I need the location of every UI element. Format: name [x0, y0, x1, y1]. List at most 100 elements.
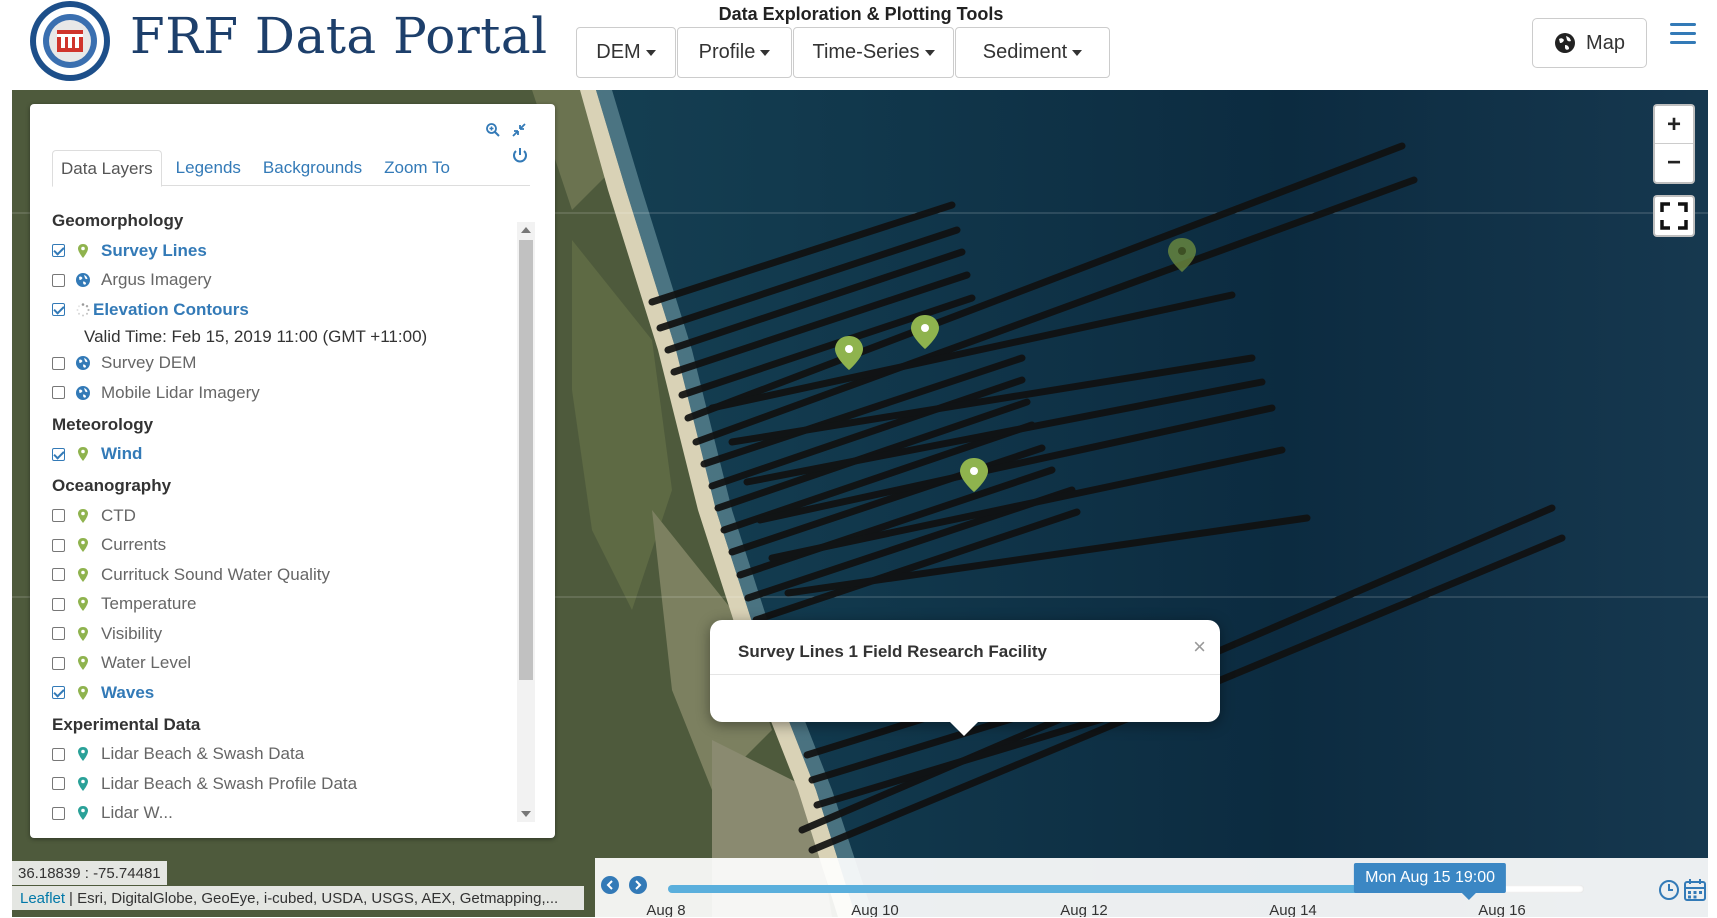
zoom-out-button[interactable]: −	[1655, 144, 1693, 182]
app-title: FRF Data Portal	[130, 7, 548, 65]
step-forward-button[interactable]	[629, 876, 647, 894]
layer-valid-time: Valid Time: Feb 15, 2019 11:00 (GMT +11:…	[84, 326, 428, 346]
layer-label: Waves	[101, 682, 155, 702]
map-attribution: Leaflet | Esri, DigitalGlobe, GeoEye, i-…	[12, 886, 584, 910]
map-view-button[interactable]: Map	[1532, 18, 1647, 68]
layer-checkbox[interactable]	[52, 386, 65, 400]
layer-checkbox[interactable]	[52, 244, 65, 258]
globe-icon	[75, 272, 91, 288]
layer-checkbox[interactable]	[52, 656, 65, 670]
layer-row[interactable]: Water Level	[52, 649, 502, 679]
zoom-to-icon[interactable]	[485, 122, 501, 138]
layer-row[interactable]: Lidar W...	[52, 799, 502, 827]
layer-group-title: Meteorology	[52, 414, 154, 434]
layer-row[interactable]: Survey Lines	[52, 236, 502, 266]
layers-panel: Data Layers Legends Backgrounds Zoom To …	[30, 104, 555, 838]
layer-checkbox[interactable]	[52, 303, 65, 317]
leaflet-link[interactable]: Leaflet	[20, 890, 65, 907]
map-canvas[interactable]: + − Data Layers Legends Backgrounds Zoom…	[12, 90, 1708, 917]
layer-label: CTD	[101, 505, 136, 525]
globe-icon	[75, 385, 91, 401]
time-series-menu-button[interactable]: Time-Series	[793, 27, 954, 78]
sediment-menu-label: Sediment	[982, 41, 1068, 63]
layer-row[interactable]: Wind	[52, 440, 502, 470]
map-pin-icon	[75, 508, 91, 524]
collapse-panel-icon[interactable]	[511, 122, 527, 138]
map-pin-teal-icon	[75, 805, 91, 821]
map-pin-icon	[75, 655, 91, 671]
layer-checkbox[interactable]	[52, 747, 65, 761]
layer-row[interactable]: Survey DEM	[52, 349, 502, 379]
scroll-down-icon[interactable]	[521, 810, 531, 818]
timeline-track[interactable]: Mon Aug 15 19:00	[668, 863, 1584, 900]
layer-row[interactable]: Lidar Beach & Swash Data	[52, 740, 502, 770]
layer-group-title: Geomorphology	[52, 211, 184, 230]
zoom-in-button[interactable]: +	[1655, 106, 1693, 144]
layer-checkbox[interactable]	[52, 806, 65, 820]
layer-list-scrollbar[interactable]	[517, 222, 535, 822]
layer-label: Visibility	[101, 623, 163, 643]
sediment-menu-button[interactable]: Sediment	[955, 27, 1110, 78]
layer-checkbox[interactable]	[52, 538, 65, 552]
layer-row[interactable]: Argus Imagery	[52, 266, 502, 296]
dem-menu-button[interactable]: DEM	[576, 27, 676, 78]
layer-group-title: Oceanography	[52, 476, 172, 495]
step-back-button[interactable]	[601, 876, 619, 894]
calendar-icon[interactable]	[1684, 878, 1706, 902]
dem-menu-label: DEM	[596, 41, 641, 63]
hamburger-menu-icon[interactable]	[1670, 23, 1696, 49]
step-back-icon	[606, 880, 613, 890]
header: FRF Data Portal Data Exploration & Plott…	[0, 0, 1717, 90]
layer-label: Survey DEM	[101, 353, 197, 373]
time-series-menu-label: Time-Series	[812, 41, 920, 63]
fullscreen-button[interactable]	[1653, 195, 1695, 237]
layer-checkbox[interactable]	[52, 273, 65, 287]
layer-row[interactable]: Currents	[52, 531, 502, 561]
layer-label: Temperature	[101, 594, 197, 614]
layer-checkbox[interactable]	[52, 597, 65, 611]
tab-data-layers[interactable]: Data Layers	[52, 150, 162, 187]
layer-checkbox[interactable]	[52, 356, 65, 370]
map-pin-icon	[75, 243, 91, 259]
close-icon[interactable]: ×	[1193, 634, 1206, 660]
layer-row[interactable]: Waves	[52, 678, 502, 708]
layer-row[interactable]: Temperature	[52, 590, 502, 620]
scrollbar-thumb[interactable]	[519, 240, 533, 680]
zoom-control: + −	[1653, 104, 1695, 184]
layer-row[interactable]: Mobile Lidar Imagery	[52, 378, 502, 408]
map-pin-icon	[75, 567, 91, 583]
timeline-date-label: Aug 12	[1060, 902, 1108, 917]
layer-checkbox[interactable]	[52, 447, 65, 461]
layer-label: Wind	[101, 444, 143, 464]
layer-row[interactable]: CTD	[52, 501, 502, 531]
map-pin-teal-icon	[75, 776, 91, 792]
tab-zoom-to[interactable]: Zoom To	[376, 150, 458, 186]
map-pin-icon	[75, 626, 91, 642]
globe-icon	[1555, 33, 1576, 53]
scroll-up-icon[interactable]	[521, 226, 531, 234]
layer-row[interactable]: Lidar Beach & Swash Profile Data	[52, 769, 502, 799]
layer-checkbox[interactable]	[52, 686, 65, 700]
timeline-date-label: Aug 16	[1478, 902, 1526, 917]
layer-checkbox[interactable]	[52, 509, 65, 523]
profile-menu-button[interactable]: Profile	[677, 27, 792, 78]
map-pin-icon	[75, 596, 91, 612]
lab-logo[interactable]	[28, 0, 112, 82]
fullscreen-icon	[1660, 202, 1688, 230]
layer-checkbox[interactable]	[52, 627, 65, 641]
layer-label: Lidar Beach & Swash Data	[101, 744, 305, 764]
layer-checkbox[interactable]	[52, 777, 65, 791]
layer-row[interactable]: Elevation Contours	[52, 295, 502, 325]
layer-row[interactable]: Currituck Sound Water Quality	[52, 560, 502, 590]
tab-backgrounds[interactable]: Backgrounds	[255, 150, 370, 186]
layer-label: Argus Imagery	[101, 270, 212, 290]
layer-checkbox[interactable]	[52, 568, 65, 582]
layer-row[interactable]: Visibility	[52, 619, 502, 649]
layer-label: Lidar Beach & Swash Profile Data	[101, 773, 358, 793]
loading-spinner-icon	[75, 302, 91, 318]
step-forward-icon	[635, 880, 642, 890]
clock-icon[interactable]	[1658, 879, 1680, 901]
tab-legends[interactable]: Legends	[168, 150, 249, 186]
timeline-date-label: Aug 14	[1269, 902, 1317, 917]
popup-tip	[948, 720, 980, 736]
